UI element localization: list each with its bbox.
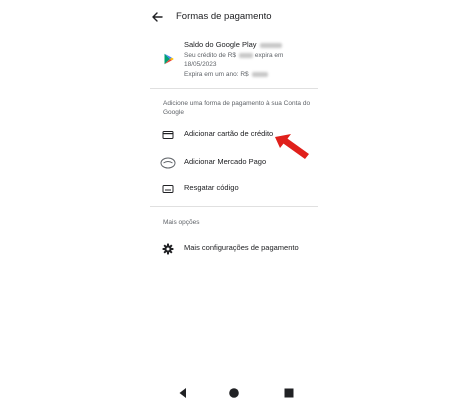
credit-line: Seu crédito de R$ expira em [184, 52, 283, 59]
hidden-amount [259, 42, 282, 48]
more-options-heading: Mais opções [163, 219, 200, 226]
hidden-credit-amount [239, 52, 254, 58]
redeem-code-icon [162, 182, 174, 194]
redeem-code-label: Resgatar código [184, 183, 239, 192]
back-arrow-icon [152, 12, 163, 22]
add-credit-card-label: Adicionar cartão de crédito [184, 129, 274, 138]
google-play-logo-icon [163, 52, 175, 65]
credit-card-icon [162, 128, 174, 140]
balance-title-text: Saldo do Google Play [184, 40, 257, 49]
nav-recents-button[interactable] [282, 386, 296, 400]
gear-icon [162, 242, 174, 255]
year-line-text: Expira em um ano: R$ [184, 71, 249, 78]
expiry-date: 18/05/2023 [184, 61, 217, 68]
recents-square-icon [284, 388, 294, 398]
divider [150, 206, 318, 207]
hidden-year-amount [251, 71, 268, 77]
more-payment-settings-label: Mais configurações de pagamento [184, 243, 299, 252]
redeem-code-item[interactable]: Resgatar código [150, 178, 318, 198]
nav-home-button[interactable] [227, 386, 241, 400]
more-payment-settings-item[interactable]: Mais configurações de pagamento [150, 238, 318, 258]
add-mercado-pago-label: Adicionar Mercado Pago [184, 157, 267, 166]
back-arrow-button[interactable] [148, 8, 166, 26]
nav-back-button[interactable] [176, 386, 190, 400]
year-expiry-line: Expira em um ano: R$ [184, 71, 268, 78]
mercado-pago-icon [160, 156, 176, 169]
add-payment-heading: Adicione uma forma de pagamento à sua Co… [163, 100, 311, 116]
red-arrow-icon [272, 130, 312, 162]
home-circle-icon [229, 388, 239, 398]
credit-line-text: Seu crédito de R$ [184, 52, 237, 59]
divider [150, 88, 318, 89]
back-triangle-icon [179, 388, 186, 398]
balance-title: Saldo do Google Play [184, 40, 282, 49]
page-title: Formas de pagamento [176, 11, 272, 22]
credit-line-suffix: expira em [254, 52, 284, 59]
